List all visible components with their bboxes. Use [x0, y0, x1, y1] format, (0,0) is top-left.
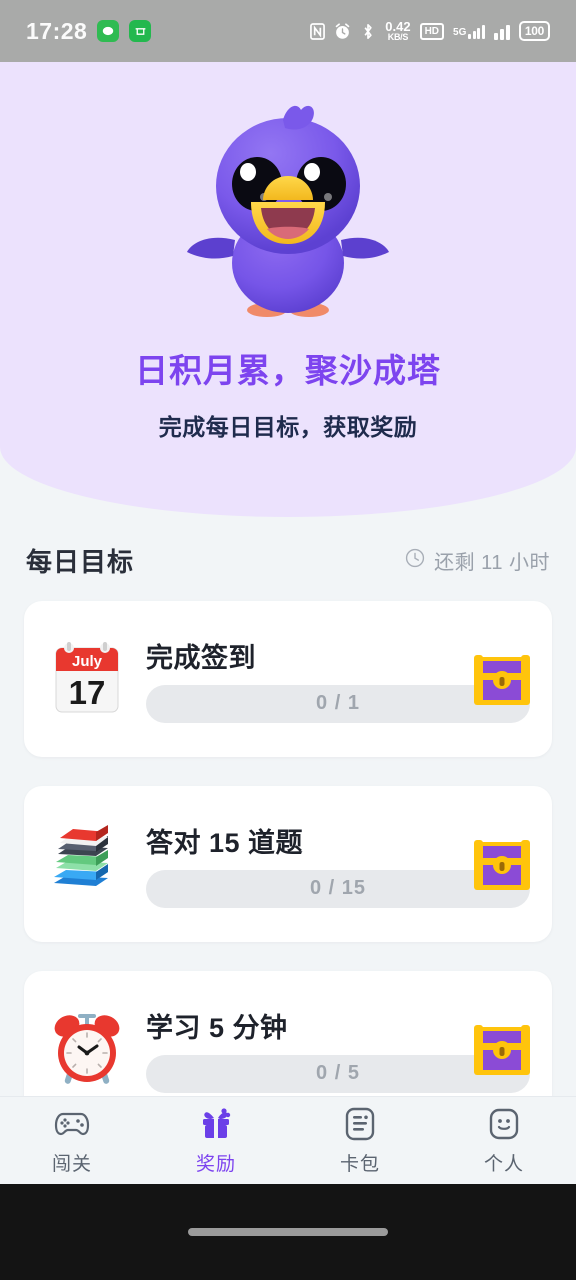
alipay-icon	[129, 20, 152, 42]
clock-icon	[404, 547, 426, 575]
daily-goals-header: 每日目标 还剩 11 小时	[0, 542, 576, 579]
battery-icon: 100	[518, 21, 550, 41]
countdown: 还剩 11 小时	[404, 546, 550, 575]
calendar-icon: July 17	[44, 636, 130, 722]
nav-label-cards: 卡包	[339, 1153, 380, 1175]
status-bar: 17:28 0.42 KB/S HD 5G 100	[0, 0, 576, 62]
page-title: 每日目标	[26, 547, 135, 577]
data-speed-unit: KB/S	[387, 32, 409, 42]
data-speed-icon: 0.42 KB/S	[385, 20, 410, 42]
network-type-label: 5G	[453, 27, 467, 38]
treasure-chest-icon[interactable]	[464, 828, 540, 900]
nav-label-profile: 个人	[483, 1153, 524, 1175]
nav-item-rewards[interactable]: 奖励	[144, 1106, 288, 1176]
task-card-checkin[interactable]: July 17 完成签到 0 / 1	[24, 601, 552, 757]
bluetooth-icon	[360, 23, 376, 40]
calendar-day-text: 17	[69, 674, 106, 711]
card-pack-icon	[339, 1106, 381, 1142]
task-progress-label: 0 / 15	[309, 877, 367, 899]
calendar-month-text: July	[72, 653, 103, 670]
nav-label-rewards: 奖励	[195, 1153, 236, 1175]
hero-banner: 日积月累，聚沙成塔 完成每日目标，获取奖励	[0, 62, 576, 517]
task-list: July 17 完成签到 0 / 1 答对 15 道题 0 / 15 学习 5 …	[0, 601, 576, 1156]
signal-bars-icon-1	[468, 23, 485, 39]
signal-bars-icon	[493, 23, 510, 40]
person-face-icon	[483, 1106, 525, 1142]
gamepad-icon	[51, 1106, 93, 1142]
nfc-icon	[310, 22, 326, 40]
purple-bird-mascot	[163, 98, 413, 328]
hero-title: 日积月累，聚沙成塔	[135, 352, 441, 389]
alarm-icon	[334, 22, 351, 40]
gesture-nav-area	[0, 1184, 576, 1280]
nav-item-levels[interactable]: 闯关	[0, 1106, 144, 1176]
treasure-chest-icon[interactable]	[464, 1013, 540, 1085]
books-icon	[44, 821, 130, 907]
treasure-chest-icon[interactable]	[464, 643, 540, 715]
status-bar-left: 17:28	[26, 17, 152, 45]
signal-5g-icon: 5G	[453, 23, 485, 39]
hd-call-icon: HD	[419, 22, 445, 40]
task-progress-label: 0 / 5	[316, 1062, 360, 1084]
task-progress-label: 0 / 1	[316, 692, 360, 714]
alarm-clock-icon	[44, 1006, 130, 1092]
nav-label-levels: 闯关	[51, 1153, 92, 1175]
gift-icon	[195, 1106, 237, 1142]
nav-item-profile[interactable]: 个人	[432, 1106, 576, 1176]
hero-subtitle: 完成每日目标，获取奖励	[158, 414, 418, 440]
wechat-icon	[97, 20, 120, 42]
nav-item-cards[interactable]: 卡包	[288, 1106, 432, 1176]
home-indicator[interactable]	[188, 1228, 388, 1236]
bottom-navigation: 闯关 奖励 卡包 个人	[0, 1096, 576, 1184]
status-bar-right: 0.42 KB/S HD 5G 100	[310, 20, 550, 42]
task-card-questions[interactable]: 答对 15 道题 0 / 15	[24, 786, 552, 942]
countdown-label: 还剩 11 小时	[434, 552, 550, 574]
status-time: 17:28	[26, 17, 88, 44]
